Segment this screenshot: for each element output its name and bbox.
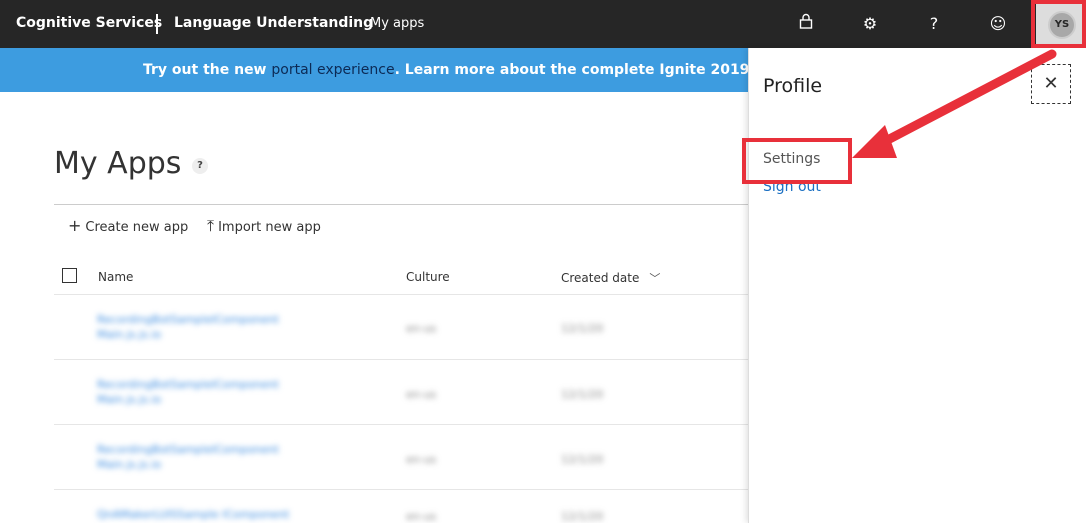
nav-my-apps[interactable]: My apps (370, 16, 424, 31)
announcement-banner: Try out the new portal experience. Learn… (0, 48, 748, 92)
row-divider (54, 424, 748, 425)
profile-panel (748, 48, 1086, 523)
import-new-app-label: Import new app (218, 220, 321, 235)
create-new-app-button[interactable]: + Create new app (68, 216, 188, 235)
plus-icon: + (68, 216, 82, 235)
app-name-link-line2[interactable]: Main.js.js.io (97, 328, 161, 341)
app-created-date: 12/1/20 (561, 322, 604, 335)
banner-text-suffix[interactable]: . Learn more about the complete Ignite 2… (395, 62, 748, 78)
column-header-created-date[interactable]: Created date ﹀ (561, 270, 660, 286)
gear-icon[interactable]: ⚙ (859, 13, 881, 35)
row-divider (54, 489, 748, 490)
top-nav-bar: Cognitive Services Language Understandin… (0, 0, 1086, 48)
lock-icon[interactable] (795, 13, 817, 35)
app-culture: en-us (406, 322, 437, 335)
app-name-link-line2[interactable]: Main.js.js.io (97, 393, 161, 406)
title-divider (54, 204, 748, 205)
settings-highlight-box (742, 138, 852, 184)
app-name-link[interactable]: RecordingBotSampleIComponent (97, 443, 279, 456)
app-name-link-line2[interactable]: Main.js.js.io (97, 458, 161, 471)
upload-icon: ⤒ (207, 216, 215, 235)
app-created-date: 12/1/20 (561, 510, 604, 523)
row-divider (54, 294, 748, 295)
app-culture: en-us (406, 388, 437, 401)
page-title: My Apps (54, 146, 182, 181)
brand-link[interactable]: Cognitive Services (16, 15, 162, 31)
import-new-app-button[interactable]: ⤒ Import new app (207, 216, 321, 236)
app-culture: en-us (406, 510, 437, 523)
close-button[interactable]: ✕ (1031, 64, 1071, 104)
help-badge[interactable]: ? (192, 158, 208, 174)
app-name-link[interactable]: QnAMakerLUISSample IComponent (97, 508, 289, 521)
select-all-checkbox[interactable] (62, 268, 77, 283)
app-name-link[interactable]: RecordingBotSampleIComponent (97, 313, 279, 326)
help-icon[interactable]: ? (923, 13, 945, 35)
column-header-name[interactable]: Name (98, 270, 133, 284)
chevron-down-icon: ﹀ (649, 272, 661, 285)
app-name-link[interactable]: RecordingBotSampleIComponent (97, 378, 279, 391)
banner-portal-link[interactable]: portal experience (271, 62, 394, 78)
created-date-label: Created date (561, 271, 640, 285)
brand-divider (156, 14, 158, 34)
app-created-date: 12/1/20 (561, 388, 604, 401)
profile-panel-title: Profile (763, 75, 823, 97)
avatar-highlight-box (1031, 0, 1086, 48)
row-divider (54, 359, 748, 360)
close-icon: ✕ (1043, 73, 1059, 94)
banner-text-prefix: Try out the new (143, 62, 272, 78)
column-header-culture[interactable]: Culture (406, 270, 450, 284)
create-new-app-label: Create new app (85, 220, 189, 235)
app-created-date: 12/1/20 (561, 453, 604, 466)
product-title[interactable]: Language Understanding (174, 15, 373, 31)
app-culture: en-us (406, 453, 437, 466)
smiley-icon[interactable]: ☺ (987, 13, 1009, 35)
